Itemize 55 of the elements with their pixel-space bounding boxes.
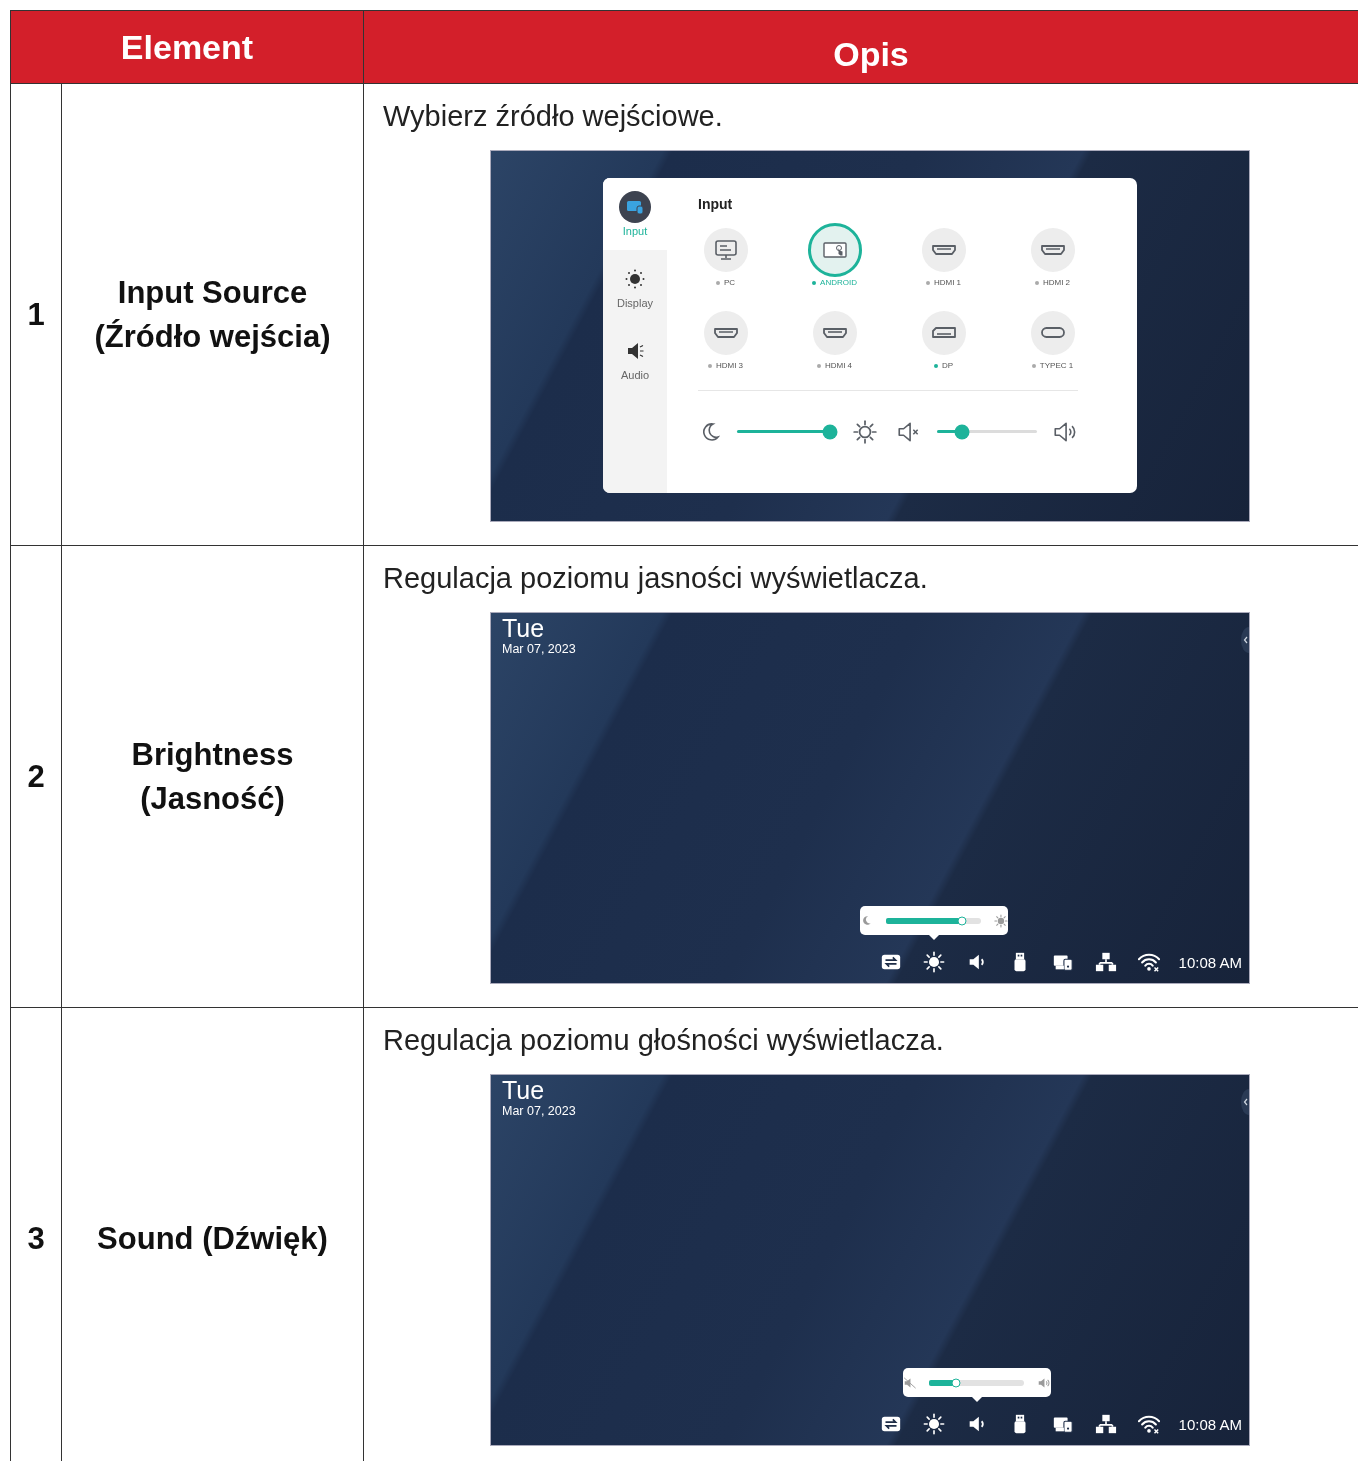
source-label: PC xyxy=(723,278,736,287)
column-header: Opis xyxy=(832,33,910,75)
source-label: TYPEC 1 xyxy=(1039,361,1074,370)
slider-thumb[interactable] xyxy=(957,916,967,925)
clock-time: 10:08 AM xyxy=(1178,1415,1242,1433)
source-label: ANDROID xyxy=(820,278,857,287)
panel-title: Input xyxy=(698,195,734,214)
wifi-icon[interactable] xyxy=(1137,1413,1160,1435)
slider-thumb[interactable] xyxy=(822,424,838,439)
wifi-icon[interactable] xyxy=(1137,951,1160,973)
sun-icon xyxy=(852,418,878,445)
day-label: Tue xyxy=(502,1076,545,1104)
port-icon xyxy=(930,243,957,256)
column-header: Element xyxy=(11,11,364,83)
slider-thumb[interactable] xyxy=(954,424,970,439)
source-label: HDMI 4 xyxy=(824,361,853,370)
source-label: HDMI 3 xyxy=(715,361,744,370)
brightness-icon[interactable] xyxy=(922,1413,945,1435)
sidebar-item[interactable]: Display xyxy=(603,249,667,322)
row-number: 3 xyxy=(27,1220,45,1257)
clock-time: 10:08 AM xyxy=(1178,953,1242,971)
source-label: DP xyxy=(941,361,954,370)
muted-speaker-icon xyxy=(902,1375,917,1390)
drawer-handle[interactable] xyxy=(1241,627,1249,653)
port-icon xyxy=(1039,326,1066,339)
description-text: Regulacja poziomu jasności wyświetlacza. xyxy=(383,561,929,596)
touchscreen-icon xyxy=(822,241,847,258)
day-label: Tue xyxy=(502,614,545,642)
source-label: HDMI 2 xyxy=(1042,278,1071,287)
source-label: HDMI 1 xyxy=(933,278,962,287)
description-text: Regulacja poziomu głośności wyświetlacza. xyxy=(383,1023,945,1058)
sidebar-item[interactable]: Input xyxy=(603,177,667,250)
element-name: Brightness xyxy=(131,735,294,774)
slider-thumb[interactable] xyxy=(951,1378,961,1387)
network-icon[interactable] xyxy=(1094,1413,1117,1435)
sun-icon xyxy=(993,913,1008,928)
element-name: (Jasność) xyxy=(140,779,285,818)
drawer-handle[interactable] xyxy=(1241,1089,1249,1115)
row-number: 1 xyxy=(27,296,45,333)
port-icon xyxy=(712,326,739,339)
date-label: Mar 07, 2023 xyxy=(502,1104,576,1118)
input-icon xyxy=(619,190,651,223)
network-icon[interactable] xyxy=(1094,951,1117,973)
element-name: Sound (Dźwięk) xyxy=(97,1219,328,1258)
element-name: (Źródło wejścia) xyxy=(94,317,331,356)
sidebar-item[interactable]: Audio xyxy=(603,321,667,394)
port-icon xyxy=(1039,243,1066,256)
element-name: Input Source xyxy=(117,273,308,312)
description-text: Wybierz źródło wejściowe. xyxy=(383,99,724,134)
brightness-icon[interactable] xyxy=(922,951,945,973)
monitor-icon xyxy=(714,239,737,260)
port-icon xyxy=(930,326,957,339)
row-number: 2 xyxy=(27,758,45,795)
port-icon xyxy=(821,326,848,339)
date-label: Mar 07, 2023 xyxy=(502,642,576,656)
